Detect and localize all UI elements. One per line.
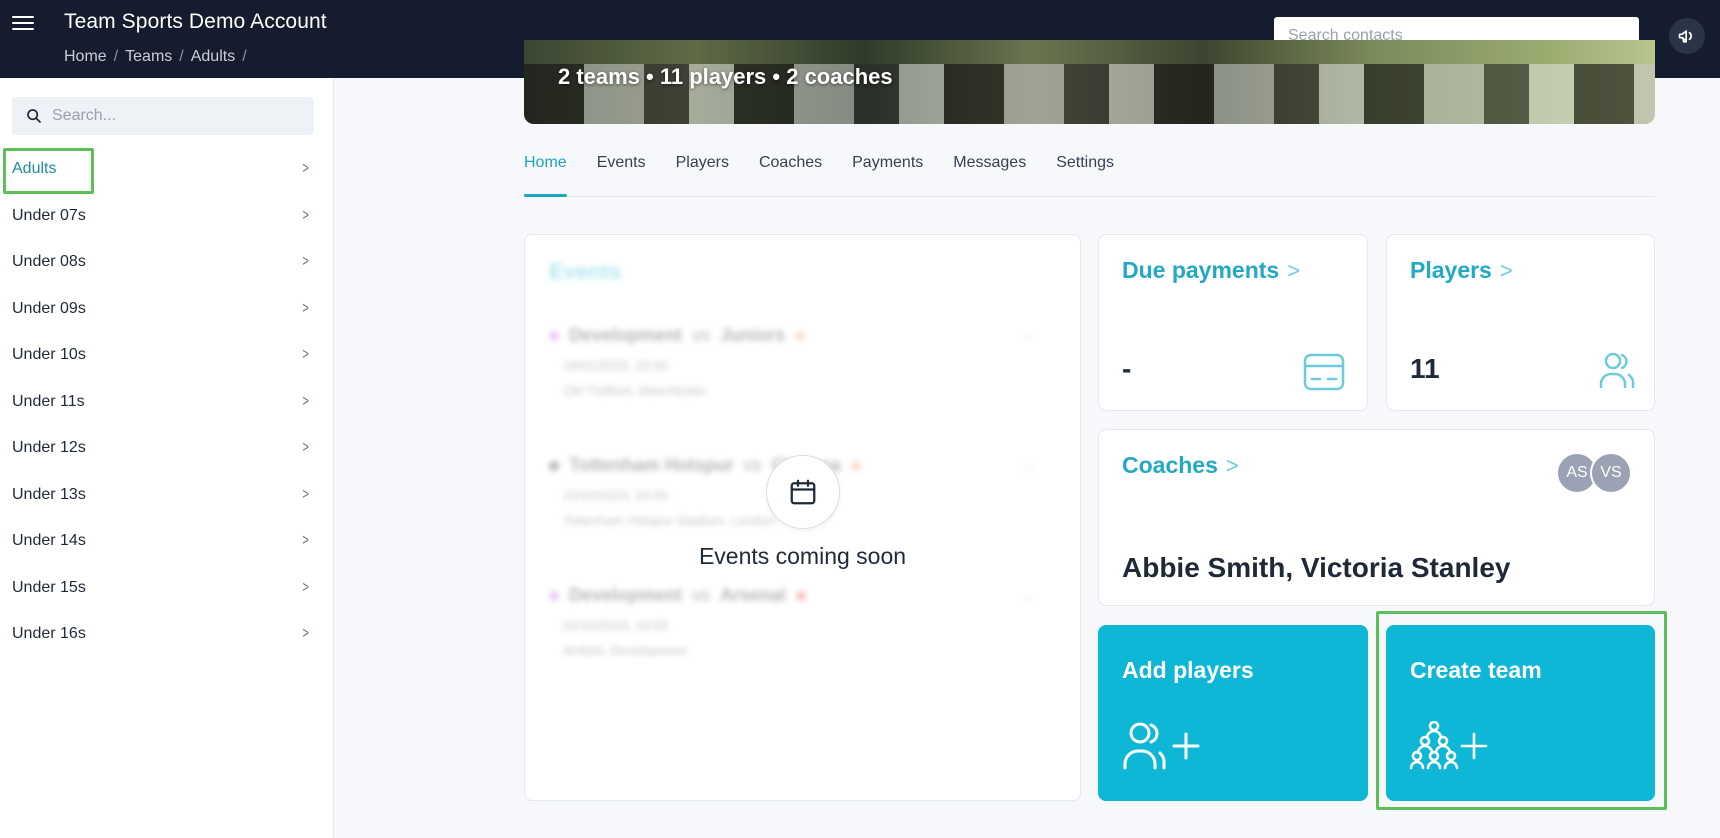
coach-avatars: AS VS [1556, 452, 1632, 494]
sidebar-item-under-14s[interactable]: Under 14s > [0, 518, 334, 565]
create-team-button[interactable]: Create team [1386, 625, 1655, 801]
sidebar-item-under-07s[interactable]: Under 07s > [0, 193, 334, 240]
chevron-right-icon: > [302, 485, 309, 503]
sidebar-item-label: Under 15s [12, 578, 86, 596]
sidebar-item-label: Under 08s [12, 253, 86, 271]
breadcrumb-adults[interactable]: Adults [191, 48, 235, 65]
add-users-icon [1123, 722, 1200, 770]
sidebar-item-label: Under 11s [12, 392, 85, 410]
sidebar-item-label: Under 13s [12, 485, 86, 503]
coaches-card[interactable]: Coaches > AS VS Abbie Smith, Victoria Sta… [1098, 429, 1655, 606]
sidebar-item-label: Under 07s [12, 206, 86, 224]
chevron-right-icon: > [302, 439, 309, 457]
tab-settings[interactable]: Settings [1056, 145, 1114, 196]
players-card[interactable]: Players > 11 [1386, 234, 1655, 411]
tab-events[interactable]: Events [597, 145, 646, 196]
sidebar-item-under-11s[interactable]: Under 11s > [0, 379, 334, 426]
menu-icon[interactable] [12, 12, 34, 34]
chevron-right-icon: > [302, 532, 309, 550]
announcements-button[interactable] [1669, 18, 1705, 54]
sidebar-item-under-15s[interactable]: Under 15s > [0, 565, 334, 612]
coach-names: Abbie Smith, Victoria Stanley [1122, 552, 1511, 583]
add-players-button[interactable]: Add players [1098, 625, 1368, 801]
sidebar-item-label: Under 16s [12, 625, 86, 643]
events-coming-soon: Events coming soon [698, 543, 907, 569]
team-tabs: Home Events Players Coaches Payments Mes… [524, 145, 1655, 197]
sidebar-search[interactable] [12, 97, 314, 135]
sidebar-search-input[interactable] [52, 107, 292, 125]
tab-messages[interactable]: Messages [953, 145, 1026, 196]
players-link[interactable]: Players > [1410, 257, 1513, 284]
chevron-right-icon: > [302, 160, 309, 178]
sidebar-item-label: Adults [12, 160, 57, 178]
sidebar: Adults > Under 07s > Under 08s > Under 09s >… [0, 78, 334, 838]
sidebar-item-label: Under 10s [12, 346, 86, 364]
megaphone-icon [1678, 30, 1692, 43]
breadcrumb: Home / Teams / Adults / [64, 48, 247, 65]
players-count: 11 [1410, 353, 1440, 384]
team-list: Adults > Under 07s > Under 08s > Under 09s >… [0, 146, 334, 658]
breadcrumb-home[interactable]: Home [64, 48, 107, 65]
team-summary: 2 teams • 11 players • 2 coaches [558, 64, 893, 89]
due-payments-card[interactable]: Due payments > - [1098, 234, 1368, 411]
sidebar-item-under-12s[interactable]: Under 12s > [0, 425, 334, 472]
tab-home[interactable]: Home [524, 145, 567, 197]
chevron-right-icon: > [1225, 453, 1239, 478]
chevron-right-icon: > [1287, 258, 1301, 283]
sidebar-item-adults[interactable]: Adults > [0, 146, 334, 194]
placeholder-event: Development vs Juniors 18/01/2023, 20:00 O… [549, 325, 1037, 398]
events-empty-state: Events coming soon [525, 455, 1080, 570]
chevron-right-icon: > [302, 206, 309, 224]
chevron-right-icon: > [302, 253, 309, 271]
users-icon [1599, 352, 1635, 389]
due-payments-value: - [1122, 353, 1132, 384]
add-players-label: Add players [1122, 657, 1254, 683]
sidebar-item-label: Under 09s [12, 299, 86, 317]
sidebar-item-label: Under 12s [12, 439, 86, 457]
events-card: Events Development vs Juniors 18/01/2023, … [524, 234, 1081, 801]
avatar: VS [1590, 452, 1632, 494]
chevron-right-icon: > [302, 578, 309, 596]
due-payments-link[interactable]: Due payments > [1122, 257, 1300, 284]
tab-payments[interactable]: Payments [852, 145, 923, 196]
calendar-icon-badge [765, 455, 840, 529]
calendar-icon [790, 479, 815, 505]
events-card-title: Events [549, 259, 622, 284]
chevron-right-icon: > [302, 625, 309, 643]
credit-card-icon [1303, 353, 1345, 391]
chevron-right-icon: > [1499, 258, 1513, 283]
chevron-right-icon: > [302, 392, 309, 410]
create-team-label: Create team [1410, 657, 1542, 683]
sidebar-item-under-13s[interactable]: Under 13s > [0, 472, 334, 519]
breadcrumb-teams[interactable]: Teams [125, 48, 172, 65]
sidebar-item-label: Under 14s [12, 532, 86, 550]
tab-coaches[interactable]: Coaches [759, 145, 822, 196]
sidebar-item-under-16s[interactable]: Under 16s > [0, 611, 334, 658]
account-title: Team Sports Demo Account [64, 10, 327, 33]
create-team-icon [1410, 721, 1488, 770]
sidebar-item-under-08s[interactable]: Under 08s > [0, 239, 334, 286]
sidebar-item-under-09s[interactable]: Under 09s > [0, 286, 334, 333]
coaches-link[interactable]: Coaches > [1122, 452, 1239, 479]
search-icon [27, 109, 41, 123]
chevron-right-icon: > [302, 299, 309, 317]
tab-players[interactable]: Players [676, 145, 729, 196]
sidebar-item-under-10s[interactable]: Under 10s > [0, 332, 334, 379]
team-banner: 2 teams • 11 players • 2 coaches [524, 40, 1655, 124]
placeholder-event: Development vs Arsenal 02/10/2023, 18:00 A… [549, 585, 1037, 658]
chevron-right-icon: > [302, 346, 309, 364]
